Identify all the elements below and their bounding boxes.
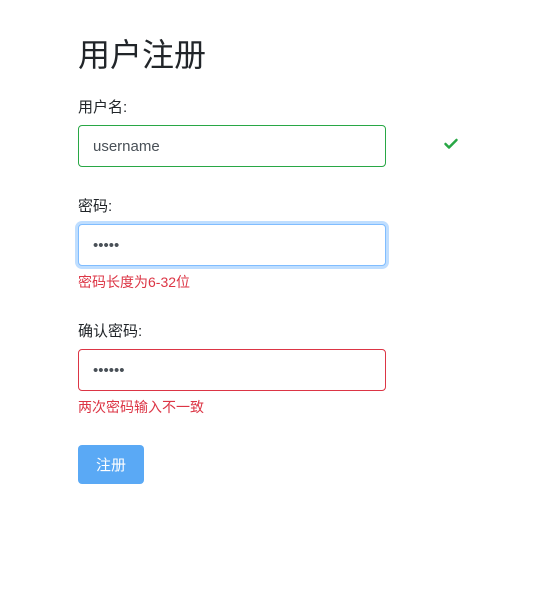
confirm-password-error: 两次密码输入不一致 <box>78 397 473 417</box>
username-group: 用户名: <box>78 96 473 167</box>
check-icon <box>443 136 459 157</box>
confirm-password-wrapper <box>78 349 473 391</box>
password-label: 密码: <box>78 195 473 216</box>
password-input[interactable] <box>78 224 386 266</box>
username-label: 用户名: <box>78 96 473 117</box>
confirm-password-group: 确认密码: 两次密码输入不一致 <box>78 320 473 417</box>
password-error: 密码长度为6-32位 <box>78 272 473 292</box>
username-wrapper <box>78 125 473 167</box>
password-group: 密码: 密码长度为6-32位 <box>78 195 473 292</box>
username-input[interactable] <box>78 125 386 167</box>
password-wrapper <box>78 224 473 266</box>
confirm-password-input[interactable] <box>78 349 386 391</box>
register-button[interactable]: 注册 <box>78 445 144 484</box>
confirm-password-label: 确认密码: <box>78 320 473 341</box>
page-title: 用户注册 <box>78 30 473 76</box>
